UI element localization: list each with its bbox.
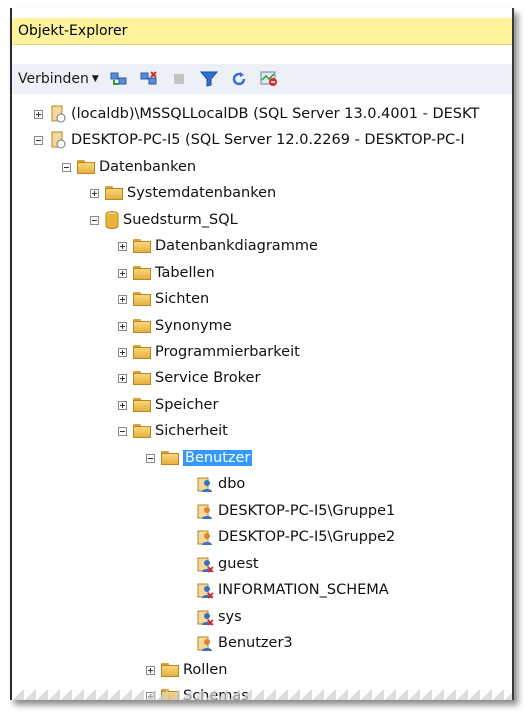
tree-node-user[interactable]: sys (196, 605, 242, 629)
tree-node-user[interactable]: DESKTOP-PC-I5\Gruppe1 (196, 499, 395, 523)
tree-node-user[interactable]: dbo (196, 472, 245, 496)
folder-icon (133, 239, 151, 253)
tree-node-users[interactable]: Benutzer (146, 446, 253, 470)
tree-node-security[interactable]: Sicherheit (118, 419, 228, 443)
object-explorer-window: Objekt-Explorer Verbinden ▼ (localdb)\MS… (10, 8, 514, 700)
tree-node-system-databases[interactable]: Systemdatenbanken (90, 181, 276, 205)
database-label: Suedsturm_SQL (123, 212, 238, 228)
folder-icon (161, 689, 179, 700)
activity-monitor-icon[interactable] (259, 69, 279, 89)
expand-icon[interactable] (34, 109, 43, 119)
folder-icon (133, 266, 151, 280)
connect-button[interactable]: Verbinden ▼ (18, 71, 99, 87)
tree-node-folder[interactable]: Programmierbarkeit (118, 340, 300, 364)
tree-node-user[interactable]: Benutzer3 (196, 631, 293, 655)
dropdown-arrow-icon: ▼ (91, 74, 99, 84)
folder-label: Programmierbarkeit (155, 344, 300, 360)
folder-icon (105, 186, 123, 200)
folder-icon (133, 424, 151, 438)
tree-node-roles[interactable]: Rollen (146, 658, 227, 682)
stop-icon[interactable] (169, 69, 189, 89)
expand-icon[interactable] (90, 188, 99, 198)
expand-icon[interactable] (118, 373, 127, 383)
expand-icon[interactable] (146, 665, 155, 675)
schemas-label: Schemas (183, 688, 249, 700)
window-title: Objekt-Explorer (18, 23, 128, 39)
folder-label: Speicher (155, 397, 219, 413)
user-icon (196, 475, 214, 493)
collapse-icon[interactable] (146, 453, 155, 463)
tree-node-database[interactable]: Suedsturm_SQL (90, 208, 238, 232)
folder-icon (161, 663, 179, 677)
server-label: (localdb)\MSSQLLocalDB (SQL Server 13.0.… (71, 106, 480, 122)
folder-icon (133, 371, 151, 385)
folder-label: Service Broker (155, 370, 261, 386)
security-label: Sicherheit (155, 423, 228, 439)
system-databases-label: Systemdatenbanken (127, 185, 277, 201)
disabled-user-icon (196, 608, 214, 626)
disconnect-icon[interactable] (139, 69, 159, 89)
tree-node-server-desktop[interactable]: DESKTOP-PC-I5 (SQL Server 12.0.2269 - DE… (34, 128, 465, 152)
toolbar: Verbinden ▼ (12, 64, 512, 94)
server-icon (49, 105, 67, 123)
expand-icon[interactable] (146, 691, 155, 700)
tree-node-folder[interactable]: Service Broker (118, 366, 260, 390)
user-label: guest (218, 556, 259, 572)
server-label: DESKTOP-PC-I5 (SQL Server 12.0.2269 - DE… (71, 132, 465, 148)
user-label: DESKTOP-PC-I5\Gruppe2 (218, 529, 396, 545)
server-icon (49, 131, 67, 149)
user-group-icon (196, 528, 214, 546)
folder-label: Datenbankdiagramme (155, 238, 318, 254)
tree-node-folder[interactable]: Datenbankdiagramme (118, 234, 318, 258)
folder-label: Sichten (155, 291, 210, 307)
expand-icon[interactable] (118, 321, 127, 331)
tree-node-folder[interactable]: Tabellen (118, 261, 215, 285)
expand-icon[interactable] (118, 400, 127, 410)
tree-node-schemas[interactable]: Schemas (146, 684, 249, 700)
tree-node-server-localdb[interactable]: (localdb)\MSSQLLocalDB (SQL Server 13.0.… (34, 102, 479, 126)
database-icon (105, 211, 119, 229)
user-label: INFORMATION_SCHEMA (218, 582, 389, 598)
collapse-icon[interactable] (90, 215, 99, 225)
folder-icon (77, 160, 95, 174)
roles-label: Rollen (183, 662, 228, 678)
user-label: dbo (218, 476, 246, 492)
folder-icon (161, 451, 179, 465)
disabled-user-icon (196, 555, 214, 573)
folder-label: Synonyme (155, 318, 232, 334)
folder-icon (133, 292, 151, 306)
expand-icon[interactable] (118, 347, 127, 357)
tree-node-folder[interactable]: Synonyme (118, 314, 232, 338)
connect-object-icon[interactable] (109, 69, 129, 89)
tree-node-databases[interactable]: Datenbanken (62, 155, 196, 179)
collapse-icon[interactable] (62, 162, 71, 172)
tree-node-folder[interactable]: Speicher (118, 393, 218, 417)
expand-icon[interactable] (118, 294, 127, 304)
user-label: sys (218, 609, 242, 625)
folder-label: Tabellen (155, 265, 215, 281)
user-group-icon (196, 502, 214, 520)
disabled-user-icon (196, 581, 214, 599)
tree-node-folder[interactable]: Sichten (118, 287, 209, 311)
filter-icon[interactable] (199, 69, 219, 89)
user-label: Benutzer3 (218, 635, 293, 651)
folder-icon (133, 319, 151, 333)
connect-label: Verbinden (18, 71, 89, 87)
title-bar: Objekt-Explorer (12, 18, 512, 45)
expand-icon[interactable] (118, 241, 127, 251)
user-icon (196, 634, 214, 652)
tree-node-user[interactable]: INFORMATION_SCHEMA (196, 578, 389, 602)
user-label: DESKTOP-PC-I5\Gruppe1 (218, 503, 396, 519)
collapse-icon[interactable] (34, 135, 43, 145)
collapse-icon[interactable] (118, 426, 127, 436)
expand-icon[interactable] (118, 268, 127, 278)
folder-icon (133, 345, 151, 359)
object-tree: (localdb)\MSSQLLocalDB (SQL Server 13.0.… (12, 98, 512, 700)
folder-icon (133, 398, 151, 412)
databases-label: Datenbanken (99, 159, 197, 175)
tree-node-user[interactable]: DESKTOP-PC-I5\Gruppe2 (196, 525, 395, 549)
users-label: Benutzer (183, 450, 253, 466)
refresh-icon[interactable] (229, 69, 249, 89)
tree-node-user[interactable]: guest (196, 552, 259, 576)
